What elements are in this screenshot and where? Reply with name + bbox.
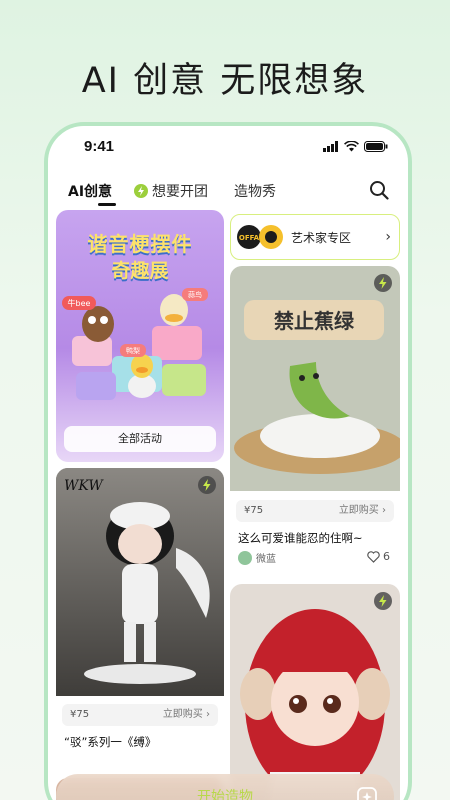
battery-icon: [364, 141, 388, 152]
product-image-doll: [230, 584, 400, 800]
start-creating-button[interactable]: 开始造物: [56, 786, 394, 800]
toy-figurines-illustration: 牛bee 鸭梨 蒜鸟: [62, 288, 208, 400]
phone-frame: 9:41 AI创意 想要开团 造物秀 谐音梗摆件 奇趣展 牛bee 鸭梨 蒜鸟 …: [44, 122, 412, 800]
like-button[interactable]: 6: [367, 550, 390, 563]
activity-banner[interactable]: 谐音梗摆件 奇趣展 牛bee 鸭梨 蒜鸟 全部活动: [56, 210, 224, 462]
all-activities-button[interactable]: 全部活动: [64, 426, 216, 452]
page-headline: AI 创意 无限想象: [81, 61, 369, 101]
sticker-label: 蒜鸟: [188, 290, 202, 299]
artist-logo: OFFA: [237, 225, 283, 249]
product-title: “驳”系列一《缚》: [64, 735, 157, 749]
lightning-badge-icon: [134, 184, 148, 198]
svg-text:禁止蕉绿: 禁止蕉绿: [274, 309, 355, 333]
author-row[interactable]: 微蓝: [238, 550, 276, 565]
signal-icon: [323, 141, 338, 152]
product-image-banana: 禁止蕉绿: [230, 266, 400, 491]
author-name: 微蓝: [256, 554, 276, 565]
product-card[interactable]: 禁止蕉绿 ¥75 立即购买 › 这么可爱谁能忍的住啊~ 微蓝 6: [230, 266, 400, 576]
wifi-icon: [344, 141, 359, 152]
price: ¥75: [70, 709, 90, 720]
buy-now-link[interactable]: 立即购买 ›: [339, 500, 386, 522]
tab-active-indicator: [98, 203, 116, 206]
product-title: 这么可爱谁能忍的住啊~: [238, 531, 363, 545]
price: ¥75: [244, 505, 264, 516]
start-creating-bar[interactable]: 开始造物: [56, 774, 394, 800]
ai-badge-icon: [374, 592, 392, 610]
tab-group-buy[interactable]: 想要开团: [134, 181, 208, 201]
banner-title: 谐音梗摆件: [87, 232, 193, 256]
buy-now-link[interactable]: 立即购买 ›: [163, 704, 210, 726]
search-icon[interactable]: [368, 179, 390, 201]
artist-zone-label: 艺术家专区: [291, 231, 352, 245]
heart-icon: [367, 550, 380, 563]
product-card[interactable]: [230, 584, 400, 800]
sparkle-create-icon[interactable]: [356, 786, 378, 800]
product-image-figurine: WKW: [56, 468, 224, 696]
svg-text:WKW: WKW: [64, 478, 104, 494]
status-time: 9:41: [84, 138, 115, 155]
tab-bar: AI创意 想要开团 造物秀: [68, 181, 394, 211]
avatar: [238, 550, 252, 565]
tab-group-buy-label: 想要开团: [152, 184, 208, 200]
svg-text:OFFA: OFFA: [239, 234, 260, 242]
like-count: 6: [383, 550, 390, 563]
price-row: ¥75 立即购买 ›: [236, 500, 394, 522]
tab-ai-creative[interactable]: AI创意: [68, 181, 112, 201]
chevron-right-icon: ›: [385, 229, 391, 245]
ai-badge-icon: [198, 476, 216, 494]
price-row: ¥75 立即购买 ›: [62, 704, 218, 726]
artist-zone-link[interactable]: OFFA 艺术家专区 ›: [230, 214, 400, 260]
ai-badge-icon: [374, 274, 392, 292]
sticker-label: 牛bee: [68, 298, 91, 308]
product-card[interactable]: WKW ¥75 立即购买 › “驳”系列一《缚》: [56, 468, 224, 768]
tab-creation-show[interactable]: 造物秀: [234, 181, 276, 201]
status-bar: 9:41: [48, 138, 408, 158]
banner-subtitle: 奇趣展: [111, 260, 169, 282]
sticker-label: 鸭梨: [126, 346, 140, 355]
